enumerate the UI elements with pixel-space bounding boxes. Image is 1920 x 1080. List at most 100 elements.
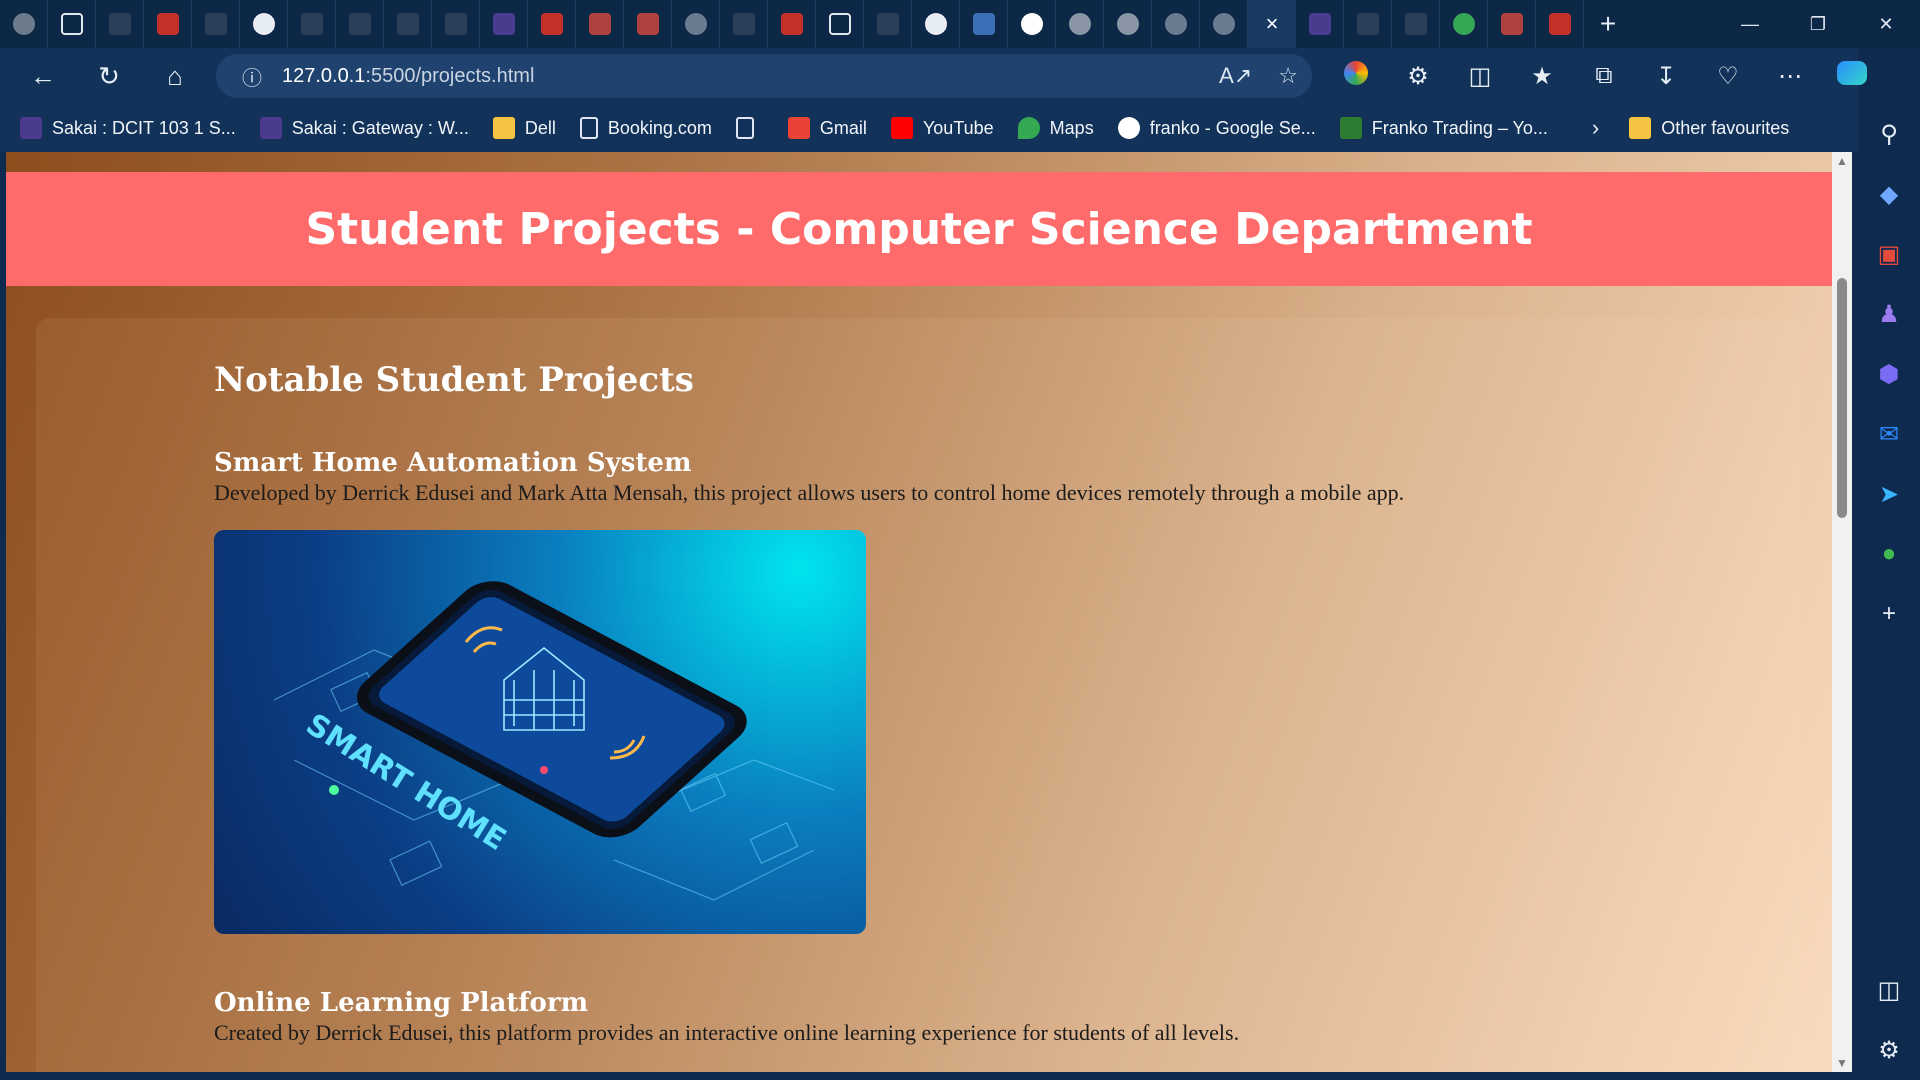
page-icon: [735, 117, 754, 139]
franko-icon: [1339, 117, 1362, 139]
bookmarks-overflow-chevron-icon[interactable]: ›: [1592, 115, 1599, 141]
tab-6[interactable]: [336, 0, 384, 48]
bookmark-youtube[interactable]: YouTube: [890, 117, 994, 139]
tab-23[interactable]: [1152, 0, 1200, 48]
minimize-icon[interactable]: —: [1716, 0, 1784, 48]
tab-actions-icon[interactable]: [48, 0, 96, 48]
tab-16[interactable]: [816, 0, 864, 48]
tab-14[interactable]: [720, 0, 768, 48]
sidebar-search-icon[interactable]: ⚲: [1858, 104, 1920, 164]
folder-icon: [1629, 117, 1652, 139]
tab-22[interactable]: [1104, 0, 1152, 48]
tab-20[interactable]: [1008, 0, 1056, 48]
scroll-down-arrow-icon[interactable]: ▼: [1832, 1056, 1852, 1070]
sidebar-tools-icon[interactable]: ▣: [1858, 224, 1920, 284]
tab-30[interactable]: [1488, 0, 1536, 48]
home-icon[interactable]: ⌂: [142, 48, 208, 104]
bookmark-sakai-dcit[interactable]: Sakai : DCIT 103 1 S...: [20, 117, 236, 139]
edge-sidebar: ⚲ ◆ ▣ ♟ ⬢ ✉ ➤ ● + ◫ ⚙: [1858, 104, 1920, 1080]
extensions-puzzle-icon[interactable]: ⚙: [1387, 62, 1449, 91]
favorites-icon[interactable]: ★: [1511, 62, 1573, 91]
browser-essentials-icon[interactable]: ♡: [1697, 62, 1759, 91]
address-toolbar: ← ↻ ⌂ ⓘ 127.0.0.1:5500/projects.html A↗ …: [0, 48, 1867, 104]
bookmark-sakai-gateway[interactable]: Sakai : Gateway : W...: [259, 117, 469, 139]
maps-icon: [1017, 117, 1040, 139]
sidebar-settings-icon[interactable]: ⚙: [1858, 1020, 1920, 1080]
downloads-icon[interactable]: ↧: [1635, 62, 1697, 91]
back-icon[interactable]: ←: [10, 48, 76, 104]
sidebar-tree-icon[interactable]: ●: [1858, 524, 1920, 584]
tab-4[interactable]: [240, 0, 288, 48]
new-tab-button[interactable]: +: [1584, 0, 1632, 48]
page-scrollbar[interactable]: ▲ ▼: [1832, 152, 1852, 1072]
tab-13[interactable]: [672, 0, 720, 48]
tab-28[interactable]: [1392, 0, 1440, 48]
tab-24[interactable]: [1200, 0, 1248, 48]
bookmark-dell[interactable]: Dell: [492, 117, 556, 139]
tab-27[interactable]: [1344, 0, 1392, 48]
bookmark-maps[interactable]: Maps: [1017, 117, 1094, 139]
project-item: Smart Home Automation System Developed b…: [214, 448, 1404, 506]
tab-1[interactable]: [96, 0, 144, 48]
tab-active-close-icon[interactable]: ×: [1248, 0, 1296, 48]
sakai-icon: [259, 117, 282, 139]
scroll-up-arrow-icon[interactable]: ▲: [1832, 154, 1852, 168]
bookmark-booking[interactable]: Booking.com: [579, 117, 712, 139]
project-item: Online Learning Platform Created by Derr…: [214, 988, 1239, 1046]
tab-29[interactable]: [1440, 0, 1488, 48]
project-description: Developed by Derrick Edusei and Mark Att…: [214, 480, 1405, 505]
page-viewport: Student Projects - Computer Science Depa…: [6, 152, 1852, 1072]
tab-8[interactable]: [432, 0, 480, 48]
sidebar-add-icon[interactable]: +: [1858, 584, 1920, 644]
tab-2[interactable]: [144, 0, 192, 48]
bookmark-franko-trading[interactable]: Franko Trading – Yo...: [1339, 117, 1548, 139]
close-window-icon[interactable]: ✕: [1852, 0, 1920, 48]
more-menu-icon[interactable]: ⋯: [1759, 62, 1821, 91]
google-icon: [1117, 117, 1140, 139]
sidebar-copilot-icon[interactable]: ⬢: [1858, 344, 1920, 404]
bookmark-google-search[interactable]: franko - Google Se...: [1117, 117, 1316, 139]
page-icon: [579, 117, 598, 139]
tab-15[interactable]: [768, 0, 816, 48]
sidebar-hide-icon[interactable]: ◫: [1858, 960, 1920, 1020]
read-aloud-icon[interactable]: A↗: [1219, 63, 1252, 89]
tab-31[interactable]: [1536, 0, 1584, 48]
tab-21[interactable]: [1056, 0, 1104, 48]
restore-icon[interactable]: ❐: [1784, 0, 1852, 48]
url-text[interactable]: 127.0.0.1:5500/projects.html: [282, 65, 534, 88]
site-info-icon[interactable]: ⓘ: [230, 62, 274, 91]
project-title: Online Learning Platform: [214, 988, 589, 1018]
copilot-icon[interactable]: [1821, 60, 1883, 92]
tab-26[interactable]: [1296, 0, 1344, 48]
profile-avatar[interactable]: [0, 0, 48, 48]
collections-icon[interactable]: ⧉: [1573, 62, 1635, 90]
tab-3[interactable]: [192, 0, 240, 48]
project-title: Smart Home Automation System: [214, 448, 692, 478]
sidebar-send-icon[interactable]: ➤: [1858, 464, 1920, 524]
refresh-icon[interactable]: ↻: [76, 48, 142, 104]
tab-10[interactable]: [528, 0, 576, 48]
tab-17[interactable]: [864, 0, 912, 48]
tab-18[interactable]: [912, 0, 960, 48]
extension-colorful-icon[interactable]: [1325, 60, 1387, 92]
tab-bar: × + — ❐ ✕: [0, 0, 1920, 48]
tab-5[interactable]: [288, 0, 336, 48]
tab-9[interactable]: [480, 0, 528, 48]
bookmarks-bar: Sakai : DCIT 103 1 S... Sakai : Gateway …: [0, 104, 1858, 152]
tab-7[interactable]: [384, 0, 432, 48]
tab-11[interactable]: [576, 0, 624, 48]
bookmark-other-favourites[interactable]: Other favourites: [1629, 117, 1789, 139]
split-screen-icon[interactable]: ◫: [1449, 62, 1511, 91]
page-title: Student Projects - Computer Science Depa…: [305, 203, 1533, 255]
tab-12[interactable]: [624, 0, 672, 48]
sidebar-shopping-icon[interactable]: ◆: [1858, 164, 1920, 224]
bookmark-gmail[interactable]: Gmail: [787, 117, 867, 139]
address-bar[interactable]: ⓘ 127.0.0.1:5500/projects.html A↗ ☆: [216, 54, 1312, 98]
folder-icon: [492, 117, 515, 139]
sidebar-outlook-icon[interactable]: ✉: [1858, 404, 1920, 464]
scrollbar-thumb[interactable]: [1837, 278, 1847, 518]
tab-19[interactable]: [960, 0, 1008, 48]
sidebar-games-icon[interactable]: ♟: [1858, 284, 1920, 344]
favorite-star-icon[interactable]: ☆: [1278, 63, 1298, 89]
bookmark-blank-page[interactable]: [735, 117, 764, 139]
